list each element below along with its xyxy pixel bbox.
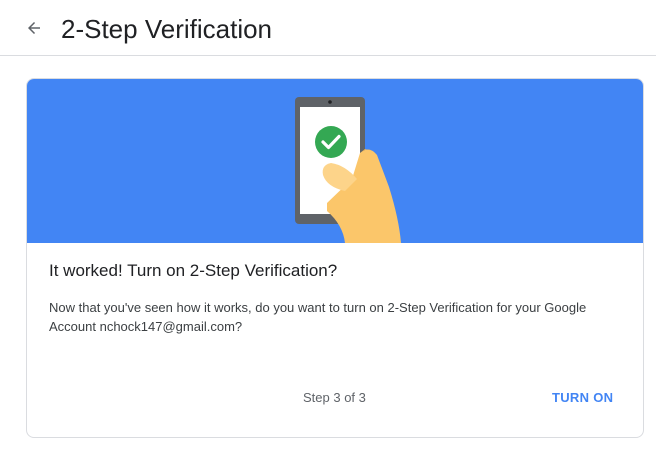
step-indicator: Step 3 of 3 xyxy=(303,390,366,405)
check-circle-icon xyxy=(315,126,347,158)
phone-camera xyxy=(328,100,332,104)
arrow-back-icon xyxy=(25,19,43,42)
page-title: 2-Step Verification xyxy=(61,14,273,44)
phone-illustration xyxy=(295,97,401,243)
back-button[interactable] xyxy=(20,16,48,44)
card-body-text: Now that you've seen how it works, do yo… xyxy=(49,300,587,334)
verification-card: It worked! Turn on 2-Step Verification? … xyxy=(26,78,644,438)
page-header: 2-Step Verification xyxy=(0,0,656,56)
illustration-banner xyxy=(27,79,643,243)
card-heading: It worked! Turn on 2-Step Verification? xyxy=(49,261,338,280)
turn-on-button[interactable]: TURN ON xyxy=(542,382,623,414)
